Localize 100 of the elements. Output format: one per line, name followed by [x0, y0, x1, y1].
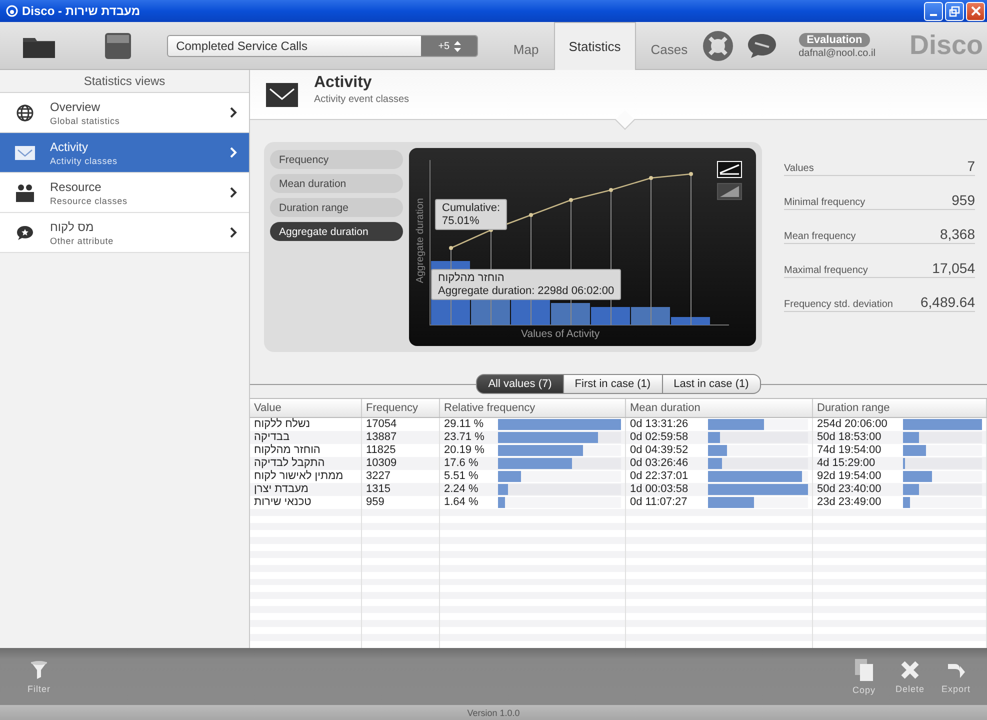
view-tab[interactable]: Statistics [554, 22, 636, 70]
app-logo-icon [6, 5, 18, 17]
envelope-icon [266, 82, 298, 106]
table-cell-text: 0d 04:39:52 [630, 444, 690, 457]
people-icon [15, 184, 35, 202]
chevron-icon [230, 107, 237, 118]
table-cell: הוחזר מהלקוח [254, 444, 320, 457]
data-point [449, 246, 453, 250]
item-subtitle: Global statistics [50, 116, 121, 126]
item-title: Activity [50, 140, 90, 154]
table-cell: מעבדת יצרן [254, 483, 308, 496]
evaluation-badge: Evaluation [798, 32, 870, 46]
table-cell-text: 1.64 % [444, 496, 480, 509]
minimize-button[interactable] [924, 2, 943, 20]
table-cell: 3227 [366, 470, 390, 483]
plain-chart-toggle[interactable] [717, 183, 742, 200]
table-cell-text: 0d 02:59:58 [630, 431, 690, 444]
values-tab[interactable]: All values (7) [476, 374, 564, 394]
table-cell: 13887 [366, 431, 397, 444]
data-point [569, 198, 573, 202]
table-cell-text: 4d 15:29:00 [817, 457, 876, 470]
column-header[interactable]: Value [250, 399, 362, 417]
data-point [649, 176, 653, 180]
chart-bar [591, 307, 630, 325]
sidebar-item[interactable]: Overview Global statistics [0, 93, 249, 133]
column-header[interactable]: Relative frequency [440, 399, 626, 417]
table-cell-text: 254d 20:06:00 [817, 418, 888, 431]
cumulative-chart-toggle[interactable] [717, 161, 742, 178]
stat-value: 6,489.64 [920, 294, 975, 310]
values-tab[interactable]: First in case (1) [564, 374, 663, 394]
table-cell-text: 0d 03:26:46 [630, 457, 690, 470]
item-title: מס לקוח [50, 220, 95, 234]
column-header[interactable]: Frequency [362, 399, 440, 417]
window-title: Disco - מעבדת שירות [22, 4, 140, 18]
table-cell-text: 17.6 % [444, 457, 480, 470]
table-cell-text: 0d 11:07:27 [630, 496, 688, 509]
chart-mode-button[interactable]: Mean duration [270, 174, 403, 193]
item-subtitle: Resource classes [50, 196, 128, 206]
stat-label: Maximal frequency [784, 265, 868, 276]
stat-value: 8,368 [940, 226, 975, 242]
view-tab[interactable]: Cases [636, 29, 703, 69]
stat-value: 7 [967, 158, 975, 174]
view-tab[interactable]: Map [498, 29, 554, 69]
data-point [689, 172, 693, 176]
item-title: Resource [50, 180, 102, 194]
lifebuoy-icon[interactable] [702, 30, 733, 60]
item-title: Overview [50, 100, 102, 114]
table-cell-text: 20.19 % [444, 444, 486, 457]
table-cell: 10309 [366, 457, 397, 470]
table-cell: 11825 [366, 444, 396, 457]
stat-value: 959 [952, 192, 975, 208]
item-subtitle: Other attribute [50, 236, 115, 246]
delete-icon [900, 660, 920, 680]
speech-bubble-icon [16, 224, 34, 240]
chart-mode-button[interactable]: Aggregate duration [270, 222, 403, 241]
table-cell: 17054 [366, 418, 397, 431]
spinner-arrows-icon [454, 40, 461, 52]
filter-icon [29, 660, 49, 680]
envelope-icon [15, 146, 35, 160]
item-subtitle: Activity classes [50, 156, 118, 166]
table-cell: ממתין לאישור לקוח [254, 470, 344, 483]
archive-box-icon[interactable] [104, 32, 132, 60]
table-cell-text: 74d 19:54:00 [817, 444, 882, 457]
cumulative-tooltip: Cumulative: 75.01% [435, 199, 508, 230]
chart-bar [551, 303, 590, 325]
sidebar-item[interactable]: Resource Resource classes [0, 173, 249, 213]
chevron-icon [230, 147, 237, 158]
table-cell-text: 50d 23:40:00 [817, 483, 882, 496]
close-button[interactable] [966, 2, 985, 20]
dataset-dropdown[interactable]: Completed Service Calls +5 [167, 35, 478, 57]
restore-icon [949, 6, 960, 16]
chart-mode-button[interactable]: Frequency [270, 150, 403, 169]
table-cell-text: 1d 00:03:58 [630, 483, 690, 496]
y-axis-label: Aggregate duration [415, 198, 426, 284]
user-email: dafnal@nool.co.il [798, 48, 876, 58]
stat-label: Minimal frequency [784, 197, 866, 208]
minimize-icon [930, 14, 937, 16]
stat-value: 17,054 [932, 260, 975, 276]
view-subtitle: Activity event classes [314, 94, 410, 105]
column-header[interactable]: Duration range [813, 399, 987, 417]
chart-mode-button[interactable]: Duration range [270, 198, 403, 217]
chevron-icon [230, 187, 237, 198]
area-chart-icon [718, 184, 741, 199]
table-cell-text: 92d 19:54:00 [817, 470, 882, 483]
table-cell-text: 50d 18:53:00 [817, 431, 882, 444]
speech-bubble-icon[interactable] [746, 32, 777, 58]
globe-icon [16, 104, 34, 122]
stat-label: Values [784, 163, 814, 174]
table-cell-text: 23.71 % [444, 431, 486, 444]
table-cell-text: 29.11 % [444, 418, 485, 431]
chevron-icon [230, 227, 237, 238]
table-cell: נשלח ללקוח [254, 418, 310, 431]
sidebar-item[interactable]: Activity Activity classes [0, 133, 249, 173]
table-cell: טכנאי שירות [254, 496, 312, 509]
column-header[interactable]: Mean duration [626, 399, 813, 417]
values-tab[interactable]: Last in case (1) [662, 374, 761, 394]
table-cell-text: 2.24 % [444, 483, 480, 496]
table-cell-text: 23d 23:49:00 [817, 496, 882, 509]
table-cell: התקבל לבדיקה [254, 457, 325, 470]
restore-button[interactable] [945, 2, 964, 20]
